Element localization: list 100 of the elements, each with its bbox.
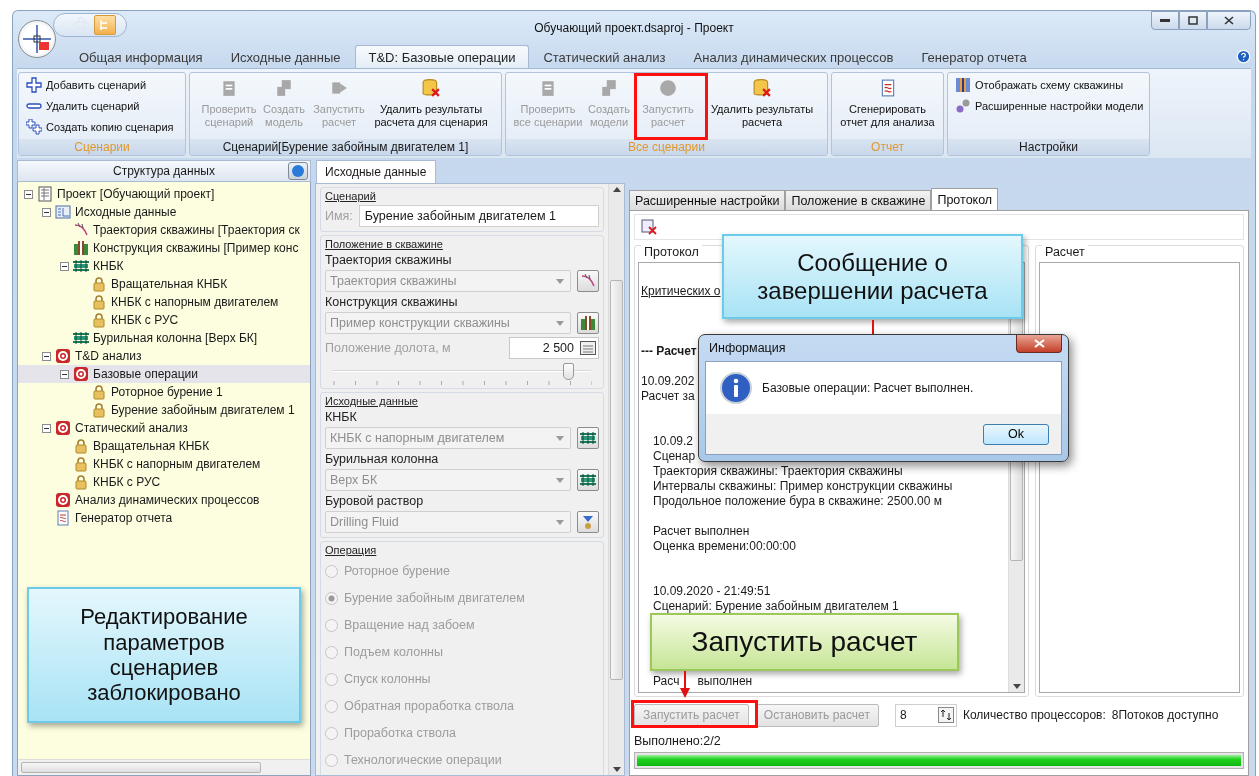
editor-tab[interactable]: Исходные данные xyxy=(316,160,436,183)
app-logo[interactable] xyxy=(18,20,56,58)
ribbon-button[interactable]: Сгенерировать отчет для анализа xyxy=(833,77,942,139)
edit-button[interactable] xyxy=(577,270,599,292)
collapse-icon[interactable] xyxy=(42,351,51,361)
lock-icon xyxy=(91,384,107,400)
tree-item[interactable]: T&D анализ xyxy=(18,347,310,365)
help-icon[interactable] xyxy=(1236,49,1251,64)
panel-title: Структура данных xyxy=(113,164,215,178)
ribbon-button[interactable]: Отображать схему скважины xyxy=(953,76,1144,94)
group-caption: Отчет xyxy=(832,139,943,155)
tree-item[interactable]: Исходные данные xyxy=(18,203,310,221)
ribbon-button[interactable]: Удалить результаты расчета для сценария xyxy=(370,77,492,139)
section-legend: Положение в скважине xyxy=(325,238,599,250)
ribbon-tab[interactable]: Анализ динамических процессов xyxy=(679,45,908,68)
lock-icon xyxy=(91,402,107,418)
tree-item[interactable]: Генератор отчета xyxy=(18,509,310,527)
tree-item[interactable]: Конструкция скважины [Пример конс xyxy=(18,239,310,257)
lock-icon xyxy=(73,474,89,490)
panel-tab[interactable]: Расширенные настройки xyxy=(629,190,786,210)
edit-button[interactable] xyxy=(577,427,599,449)
slider-thumb[interactable] xyxy=(562,363,574,380)
ribbon-button[interactable]: Удалить сценарий xyxy=(24,97,180,115)
threads-info: 8Потоков доступно xyxy=(1111,708,1219,722)
tree-item[interactable]: Вращательная КНБК xyxy=(18,437,310,455)
tree-item[interactable]: Вращательная КНБК xyxy=(18,275,310,293)
edit-button[interactable] xyxy=(577,511,599,533)
tree-item[interactable]: КНБК xyxy=(18,257,310,275)
info-icon xyxy=(720,372,752,404)
ribbon-tab[interactable]: Исходные данные xyxy=(216,45,355,68)
group-caption: Все сценарии xyxy=(506,139,827,155)
pin-button[interactable] xyxy=(288,162,308,180)
field-label: Траектория скважины xyxy=(325,253,453,267)
tree-item[interactable]: КНБК с РУС xyxy=(18,311,310,329)
ribbon-tab[interactable]: Статический анализ xyxy=(529,45,680,68)
ribbon-tab[interactable]: Генератор отчета xyxy=(907,45,1041,68)
name-field[interactable]: Бурение забойным двигателем 1 xyxy=(358,205,599,227)
ribbon-button[interactable]: Создать копию сценария xyxy=(24,118,180,136)
ribbon-button[interactable]: Добавить сценарий xyxy=(24,76,180,94)
tree-item[interactable]: КНБК с РУС xyxy=(18,473,310,491)
threads-label: Количество процессоров: xyxy=(962,708,1106,722)
collapse-icon[interactable] xyxy=(42,423,51,433)
target-icon xyxy=(55,492,71,508)
log-line: Оценка времени:00:00:00 xyxy=(653,539,796,554)
number-field[interactable]: 2 500 xyxy=(509,337,599,359)
log-line: Расчет выполнен xyxy=(653,524,750,539)
circle-icon xyxy=(659,79,677,97)
collapse-icon[interactable] xyxy=(24,189,33,199)
horizontal-scrollbar[interactable] xyxy=(18,759,310,775)
calculator-icon xyxy=(580,341,596,355)
tree-item[interactable]: Роторное бурение 1 xyxy=(18,383,310,401)
tree-item[interactable]: Статический анализ xyxy=(18,419,310,437)
tree-item[interactable]: Базовые операции xyxy=(18,365,310,383)
collapse-icon[interactable] xyxy=(60,261,69,271)
scroll-down-icon[interactable] xyxy=(1012,684,1021,689)
ribbon-tab[interactable]: T&D: Базовые операции xyxy=(354,45,530,68)
threads-spinner[interactable]: 8 xyxy=(894,703,957,727)
scroll-down-icon[interactable] xyxy=(612,767,621,772)
target-icon xyxy=(55,348,71,364)
collapse-icon[interactable] xyxy=(42,207,51,217)
close-button[interactable] xyxy=(1016,335,1062,353)
double-plus-icon xyxy=(26,119,42,135)
tree-item[interactable]: Траектория скважины [Траектория ск xyxy=(18,221,310,239)
tree-item[interactable]: Проект [Обучающий проект] xyxy=(18,185,310,203)
log-line: Сценар xyxy=(653,449,696,464)
lock-icon xyxy=(73,456,89,472)
collapse-icon[interactable] xyxy=(60,369,69,379)
ribbon-tab[interactable]: Общая информация xyxy=(65,45,217,68)
maximize-button[interactable] xyxy=(1179,11,1207,30)
progress-label: Выполнено:2/2 xyxy=(634,734,722,748)
field-label: Имя: xyxy=(325,209,353,223)
clear-log-button[interactable] xyxy=(641,219,657,235)
panel-tab[interactable]: Положение в скважине xyxy=(785,190,932,210)
tree-item[interactable]: КНБК с напорным двигателем xyxy=(18,455,310,473)
scroll-up-icon[interactable] xyxy=(612,187,621,192)
vertical-scrollbar[interactable] xyxy=(608,184,624,775)
well-icon xyxy=(580,315,596,331)
tree-item[interactable]: КНБК с напорным двигателем xyxy=(18,293,310,311)
close-button[interactable] xyxy=(1207,11,1251,30)
callout-box: Запустить расчет xyxy=(650,613,959,671)
edit-button[interactable] xyxy=(577,312,599,334)
log-link[interactable]: Критических о xyxy=(641,284,721,299)
tree-item[interactable]: Бурильная колонна [Верх БК] xyxy=(18,329,310,347)
caret-icon xyxy=(556,278,564,284)
tree-item[interactable]: Бурение забойным двигателем 1 xyxy=(18,401,310,419)
log-line: --- Расчет xyxy=(641,344,697,359)
ribbon-button[interactable]: Расширенные настройки модели xyxy=(953,97,1144,115)
field-label: Бурильная колонна xyxy=(325,452,440,466)
minimize-button[interactable] xyxy=(1151,11,1179,30)
position-slider[interactable] xyxy=(333,362,591,384)
ribbon-button[interactable]: Удалить результаты расчета xyxy=(703,77,821,139)
edit-button[interactable] xyxy=(577,469,599,491)
pipe-icon xyxy=(580,430,596,446)
ok-button[interactable]: Ok xyxy=(983,423,1049,445)
lock-icon xyxy=(91,276,107,292)
panel-tab[interactable]: Протокол xyxy=(931,188,999,210)
tree-item[interactable]: Анализ динамических процессов xyxy=(18,491,310,509)
pipe-icon xyxy=(73,330,89,346)
callout-box: Редактирование параметров сценариев заблокировано xyxy=(27,587,301,723)
section-legend: Сценарий xyxy=(325,190,599,202)
